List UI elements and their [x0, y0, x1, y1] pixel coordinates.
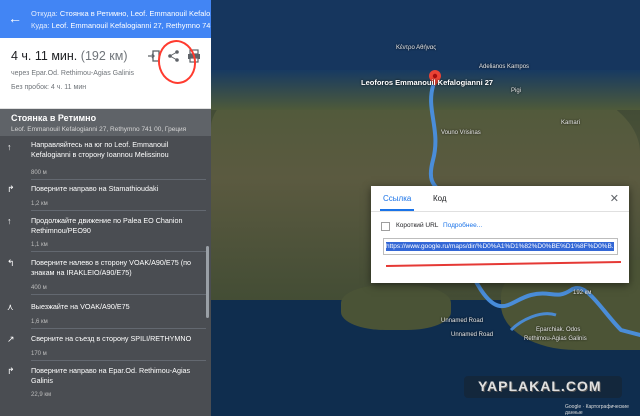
step-text: Сверните на съезд в сторону SPILI/RETHYM…	[31, 334, 192, 343]
route-header: ← Откуда: Стоянка в Ретимно, Leof. Emman…	[0, 0, 211, 38]
to-label: Куда:	[31, 21, 50, 30]
route-duration: 4 ч. 11 мин. (192 км)	[11, 49, 128, 63]
map-label: Eparchiak. Odos	[536, 327, 581, 333]
route-distance-label: 192 км	[573, 290, 592, 296]
turn-right-icon: ↱	[7, 184, 15, 194]
map-label: Rethimou-Agias Galinis	[524, 336, 587, 342]
short-url-checkbox[interactable]	[381, 222, 390, 231]
exit-right-icon: ↗	[7, 334, 15, 344]
distance-text: (192 км)	[80, 49, 128, 63]
steps-list: ↑ Направляйтесь на юг по Leof. Emmanouil…	[0, 136, 211, 416]
directions-sidebar: ← Откуда: Стоянка в Ретимно, Leof. Emman…	[0, 0, 211, 416]
step-distance: 22,9 км	[31, 392, 52, 398]
step-distance: 800 м	[31, 170, 47, 176]
map-label: Pigi	[511, 88, 522, 94]
step-divider	[31, 328, 206, 329]
more-info-link[interactable]: Подробнее...	[443, 222, 482, 229]
map-label: Κέντρο Αθήνας	[396, 45, 437, 51]
from-row[interactable]: Откуда: Стоянка в Ретимно, Leof. Emmanou…	[31, 8, 211, 20]
pin-label: Leoforos Emmanouil Kefalogianni 27	[361, 78, 493, 87]
straight-arrow-icon: ↑	[7, 142, 12, 152]
share-url-field[interactable]: https://www.google.ru/maps/dir/%D0%A1%D1…	[383, 238, 618, 255]
turn-right-icon: ↱	[7, 366, 15, 376]
to-value: Leof. Emmanouil Kefalogianni 27, Rethymn…	[51, 21, 211, 30]
map-label: Kamari	[561, 120, 581, 126]
straight-arrow-icon: ↑	[7, 216, 12, 226]
step-divider	[31, 210, 206, 211]
tab-link[interactable]: Ссылка	[383, 194, 411, 203]
tab-code[interactable]: Код	[433, 194, 447, 203]
from-label: Откуда:	[31, 9, 58, 18]
route-endpoints: Откуда: Стоянка в Ретимно, Leof. Emmanou…	[31, 8, 211, 32]
map-label: Unnamed Road	[441, 318, 484, 324]
sidebar-scrollbar[interactable]	[206, 246, 209, 318]
close-icon[interactable]: ✕	[610, 192, 619, 205]
step-divider	[31, 179, 206, 180]
step-text: Направляйтесь на юг по Leof. Emmanouil K…	[31, 140, 169, 159]
short-url-label: Короткий URL	[396, 222, 439, 229]
via-text: через Epar.Od. Rethimou-Agias Galinis	[11, 70, 135, 77]
step-distance: 400 м	[31, 285, 47, 291]
to-row[interactable]: Куда: Leof. Emmanouil Kefalogianni 27, R…	[31, 20, 211, 32]
destination-title: Стоянка в Ретимно	[11, 113, 97, 123]
map-attribution: Google · Картографические данные	[565, 404, 629, 416]
step-text: Поверните направо на Stamathioudaki	[31, 184, 159, 193]
duration-text: 4 ч. 11 мин.	[11, 49, 78, 63]
share-url-text[interactable]: https://www.google.ru/maps/dir/%D0%A1%D1…	[386, 242, 614, 251]
step-text: Выезжайте на VOAK/A90/E75	[31, 302, 130, 311]
merge-icon: ⋏	[7, 302, 14, 312]
watermark-text: YAPLAKAL.COM	[478, 378, 602, 394]
step-distance: 1,2 км	[31, 201, 48, 207]
step-distance: 170 м	[31, 351, 47, 357]
step-divider	[31, 360, 206, 361]
map-label: Vouno Vrisinas	[441, 130, 481, 136]
dialog-divider	[371, 211, 629, 212]
map-label: Unnamed Road	[451, 332, 494, 338]
from-value: Стоянка в Ретимно, Leof. Emmanouil Kefal…	[59, 9, 211, 18]
map-label: Adelianos Kampos	[479, 64, 530, 70]
back-arrow-icon[interactable]: ←	[8, 11, 22, 25]
step-distance: 1,1 км	[31, 242, 48, 248]
step-text: Продолжайте движение по Palea EO Chanion…	[31, 216, 183, 235]
traffic-text: Без пробок: 4 ч. 11 мин	[11, 84, 87, 91]
step-distance: 1,6 км	[31, 319, 48, 325]
turn-left-icon: ↰	[7, 258, 15, 268]
share-dialog: Ссылка Код ✕ Короткий URL Подробнее... h…	[371, 186, 629, 283]
yaplakal-watermark: YAPLAKAL.COM	[464, 376, 622, 398]
step-divider	[31, 294, 206, 295]
destination-address: Leof. Emmanouil Kefalogianni 27, Rethymn…	[11, 126, 187, 133]
step-divider	[31, 251, 206, 252]
step-text: Поверните направо на Epar.Od. Rethimou-A…	[31, 366, 191, 385]
pin-label-text: Leoforos Emmanouil Kefalogianni 27	[361, 78, 494, 87]
step-text: Поверните налево в сторону VOAK/A90/E75 …	[31, 258, 191, 277]
url-annotation-underline	[386, 260, 621, 268]
